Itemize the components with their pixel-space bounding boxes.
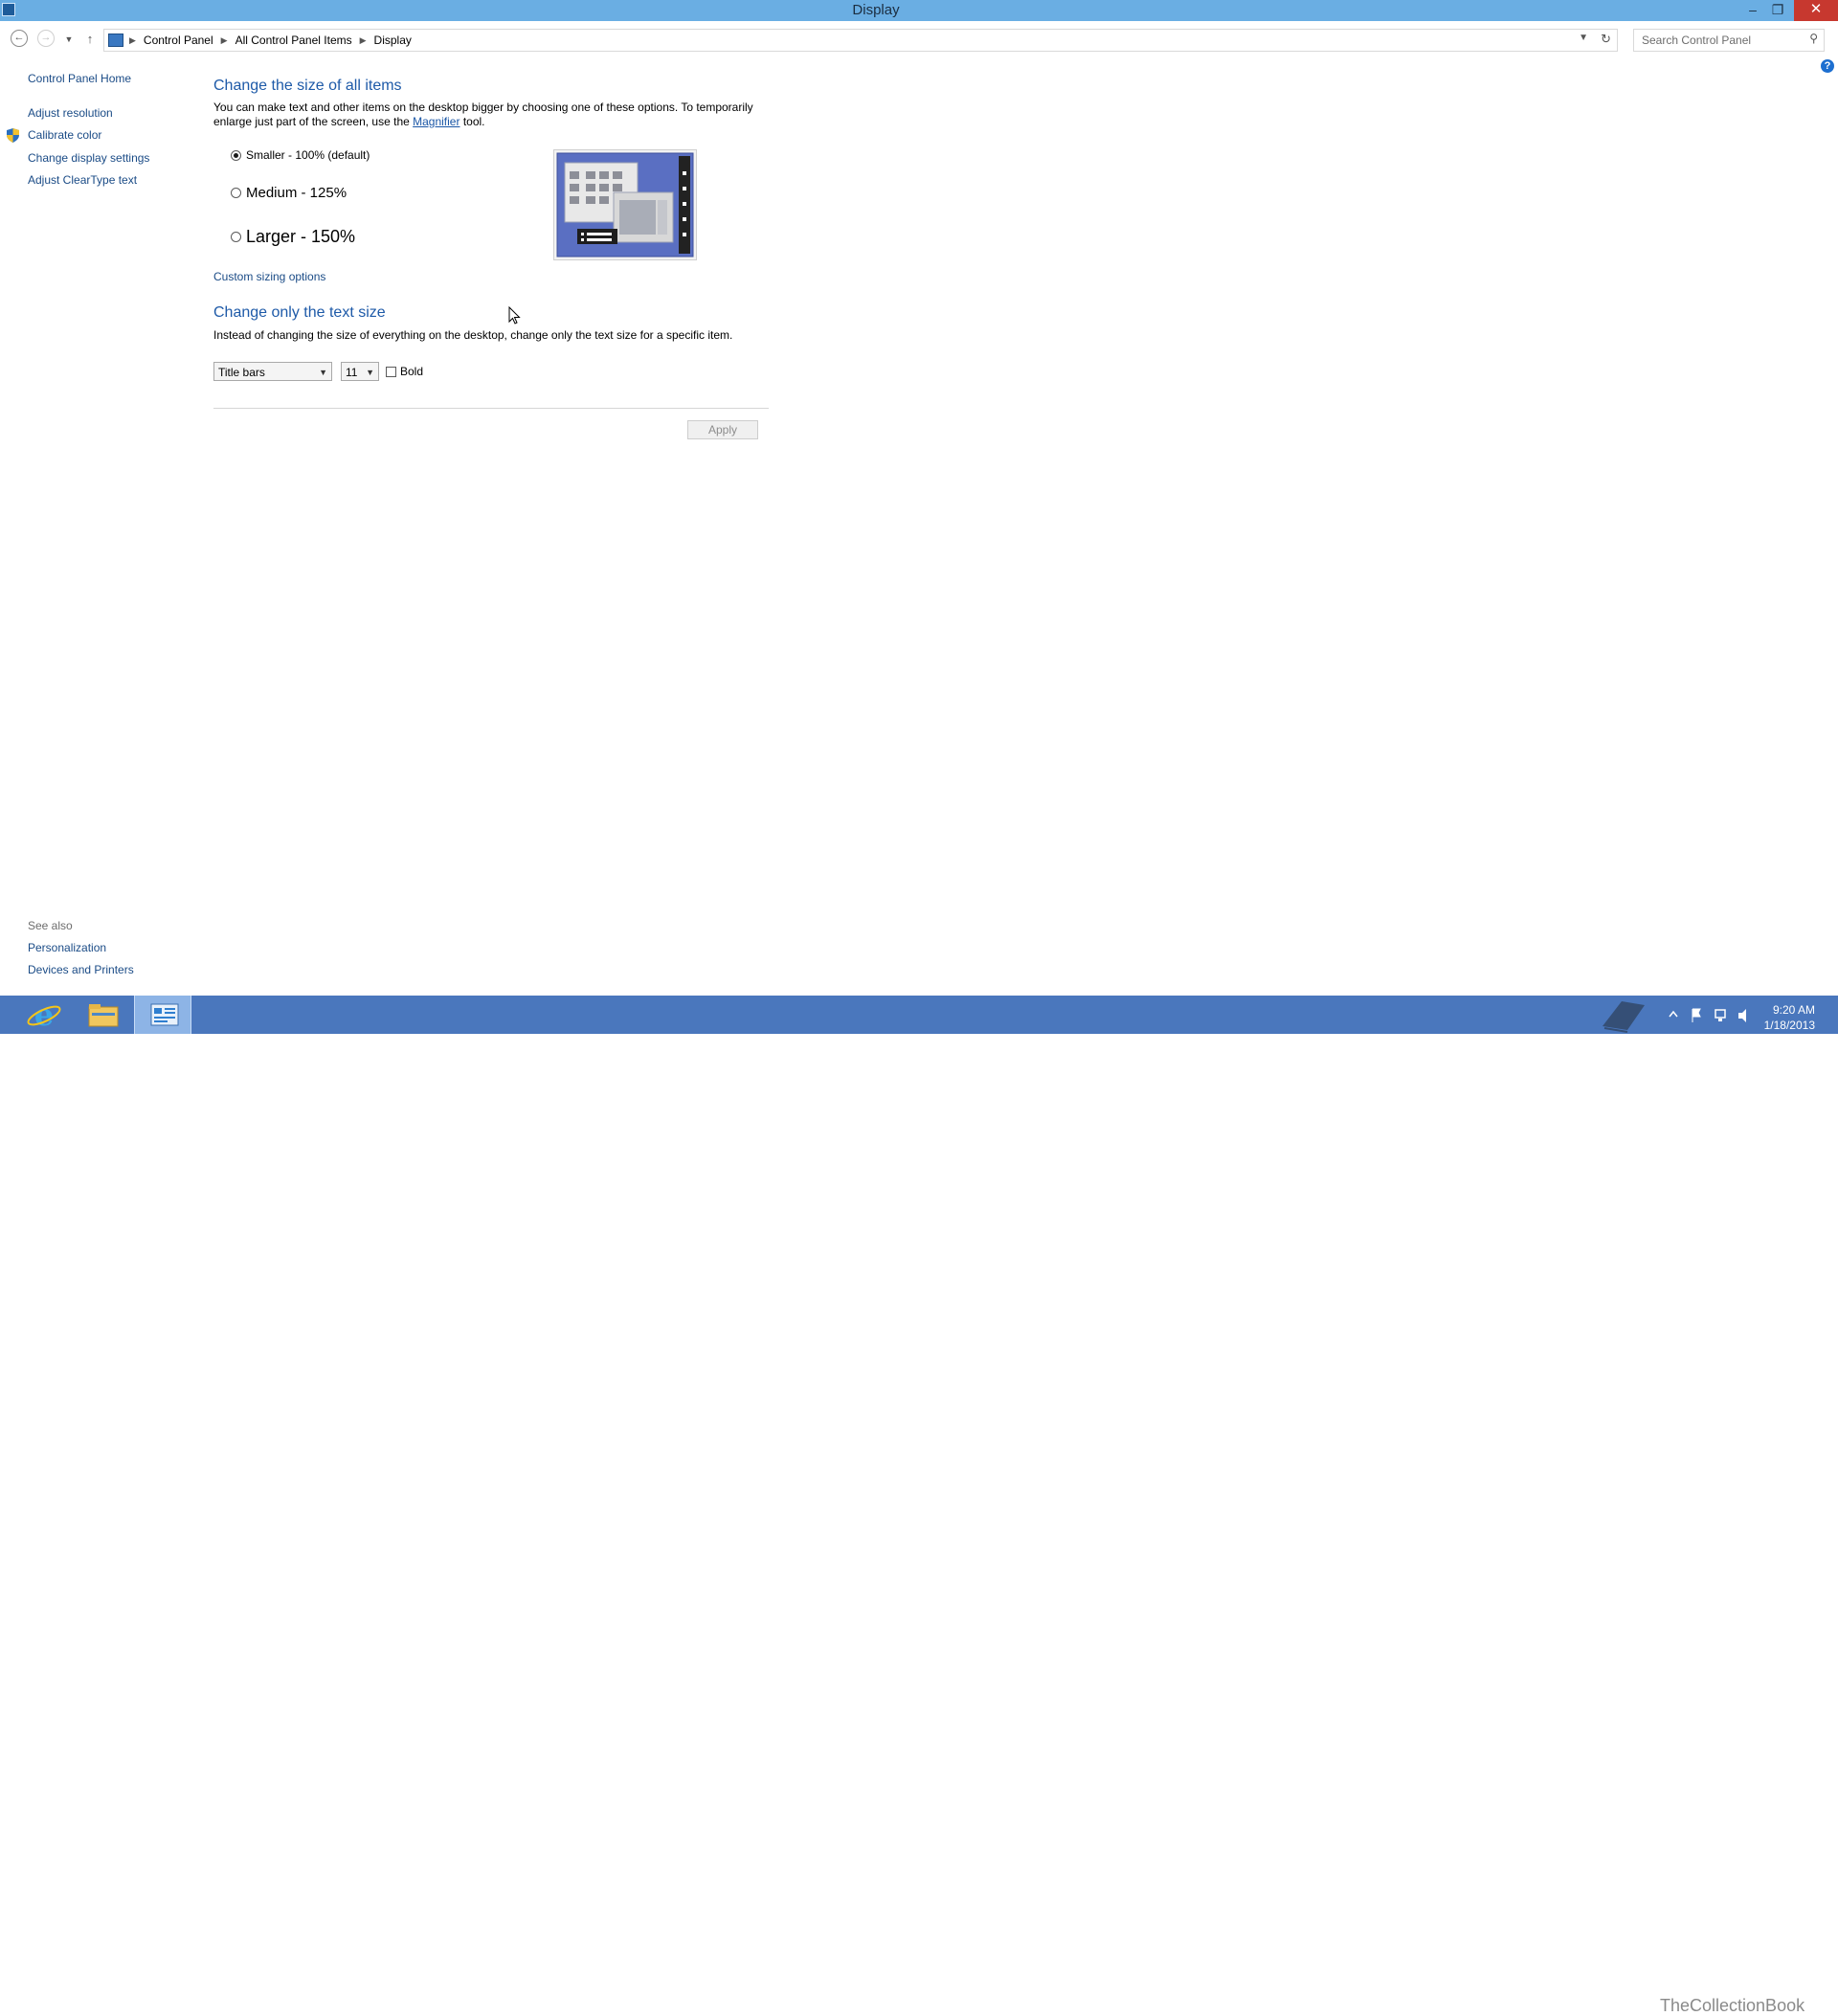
- mouse-cursor-icon: [508, 306, 521, 325]
- font-size-select[interactable]: 11 ▼: [341, 362, 379, 381]
- file-explorer-button[interactable]: [74, 996, 131, 1034]
- shield-icon: [7, 128, 19, 143]
- radio-larger[interactable]: [231, 232, 241, 242]
- up-button[interactable]: ↑: [80, 30, 100, 49]
- window-title: Display: [852, 2, 900, 18]
- chevron-down-icon: ▼: [319, 368, 327, 377]
- title-bar: Display – ❐ ✕: [0, 0, 1838, 21]
- custom-sizing-link[interactable]: Custom sizing options: [213, 270, 325, 283]
- display-preview-image: [553, 149, 697, 260]
- magnifier-link[interactable]: Magnifier: [413, 115, 460, 128]
- option-medium[interactable]: Medium - 125%: [231, 185, 347, 201]
- control-panel-taskbar-button[interactable]: [134, 996, 191, 1034]
- chevron-down-icon: ▼: [366, 368, 374, 377]
- help-icon[interactable]: ?: [1821, 59, 1834, 73]
- item-select[interactable]: Title bars ▼: [213, 362, 332, 381]
- bold-checkbox[interactable]: [386, 366, 396, 377]
- search-input[interactable]: [1640, 33, 1797, 48]
- sidebar-item-adjust-cleartype[interactable]: Adjust ClearType text: [28, 173, 137, 187]
- sidebar-item-home[interactable]: Control Panel Home: [28, 72, 131, 85]
- watermark-text: TheCollectionBook: [1660, 1996, 1805, 2015]
- see-also-devices-printers[interactable]: Devices and Printers: [28, 963, 134, 976]
- see-also-heading: See also: [28, 919, 73, 932]
- refresh-icon[interactable]: ↻: [1601, 32, 1611, 47]
- internet-explorer-button[interactable]: e: [15, 996, 73, 1034]
- address-bar[interactable]: ▶ Control Panel ▶ All Control Panel Item…: [103, 29, 1618, 52]
- chevron-down-icon[interactable]: ▼: [1579, 33, 1588, 43]
- recent-locations-button[interactable]: ▼: [59, 30, 78, 49]
- speaker-icon: [1738, 1009, 1746, 1022]
- chevron-right-icon[interactable]: ▶: [129, 35, 136, 46]
- size-section-description: You can make text and other items on the…: [213, 101, 753, 128]
- control-panel-icon: [150, 1003, 179, 1026]
- chevron-right-icon[interactable]: ▶: [221, 35, 228, 46]
- flag-icon: [1692, 1008, 1701, 1022]
- svg-text:e: e: [34, 997, 54, 1033]
- forward-button[interactable]: →: [37, 30, 55, 47]
- clock-time: 9:20 AM: [1772, 1003, 1815, 1017]
- network-icon: [1715, 1009, 1726, 1019]
- option-smaller[interactable]: Smaller - 100% (default): [231, 148, 370, 162]
- breadcrumb-control-panel[interactable]: Control Panel: [144, 34, 213, 47]
- sidebar-item-change-display-settings[interactable]: Change display settings: [28, 151, 149, 165]
- see-also-personalization[interactable]: Personalization: [28, 941, 106, 954]
- control-panel-icon: [108, 34, 123, 47]
- minimize-button[interactable]: –: [1740, 0, 1765, 21]
- search-icon[interactable]: ⚲: [1809, 32, 1818, 45]
- sidebar-item-calibrate-color[interactable]: Calibrate color: [28, 128, 101, 142]
- chevron-right-icon[interactable]: ▶: [360, 35, 367, 46]
- book-icon: [1603, 1001, 1645, 1033]
- taskbar: e TheCollectionBook 9:20 AM 1/18/2013: [0, 996, 1838, 2015]
- sidebar-item-adjust-resolution[interactable]: Adjust resolution: [28, 106, 113, 120]
- text-section-heading: Change only the text size: [213, 304, 386, 321]
- clock[interactable]: 9:20 AM 1/18/2013: [1764, 1002, 1815, 1033]
- navigation-bar: ← → ▼ ↑ ▶ Control Panel ▶ All Control Pa…: [0, 21, 1838, 57]
- chevron-up-icon: [1669, 1010, 1678, 1018]
- breadcrumb: ▶ Control Panel ▶ All Control Panel Item…: [129, 34, 412, 47]
- search-box[interactable]: ⚲: [1633, 29, 1825, 52]
- internet-explorer-icon: e: [27, 997, 61, 1033]
- back-button[interactable]: ←: [11, 30, 28, 47]
- breadcrumb-all-items[interactable]: All Control Panel Items: [235, 34, 352, 47]
- divider: [213, 408, 769, 409]
- radio-smaller[interactable]: [231, 149, 241, 161]
- radio-medium[interactable]: [231, 188, 241, 198]
- breadcrumb-display[interactable]: Display: [374, 34, 412, 47]
- size-section-heading: Change the size of all items: [213, 78, 402, 94]
- restore-button[interactable]: ❐: [1765, 0, 1790, 21]
- text-section-description: Instead of changing the size of everythi…: [213, 328, 733, 342]
- system-tray: [1669, 1008, 1746, 1022]
- clock-date: 1/18/2013: [1763, 1019, 1815, 1032]
- option-larger[interactable]: Larger - 150%: [231, 227, 355, 247]
- folder-icon: [88, 1004, 119, 1027]
- bold-option[interactable]: Bold: [386, 365, 423, 378]
- close-button[interactable]: ✕: [1794, 0, 1838, 21]
- apply-button[interactable]: Apply: [687, 420, 758, 439]
